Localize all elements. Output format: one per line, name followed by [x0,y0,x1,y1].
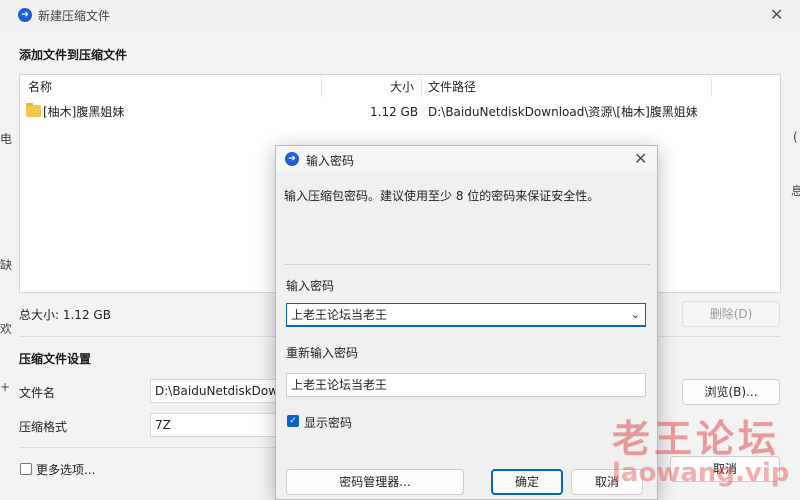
window-title: 新建压缩文件 [38,9,111,23]
total-size-label: 总大小: 1.12 GB [19,308,111,322]
show-password-label[interactable]: 显示密码 [304,414,352,431]
password-dialog: ➔ 输入密码 ✕ 输入压缩包密码。建议使用至少 8 位的密码来保证安全性。 输入… [275,145,658,500]
file-name: [柚木]腹黑姐妹 [43,105,125,119]
column-header-size[interactable]: 大小 [390,75,414,99]
divider [19,447,279,448]
file-size: 1.12 GB [370,105,419,119]
divider [284,264,650,265]
background-text-fragment: ( [793,130,798,144]
app-logo-icon: ➔ [285,152,299,166]
column-header-name[interactable]: 名称 [28,75,52,99]
file-name-cell: [柚木]腹黑姐妹 [26,103,124,121]
watermark-text: 老王论坛 [612,417,781,461]
watermark-url: laowang.vip [612,458,790,488]
password-manager-button[interactable]: 密码管理器... [286,469,464,495]
dialog-title: 输入密码 [306,154,355,168]
more-options-label[interactable]: 更多选项... [36,461,95,478]
background-text-fragment: 息 [791,184,800,198]
column-header-path[interactable]: 文件路径 [428,75,476,99]
format-select[interactable]: 7Z [150,413,280,437]
more-options-checkbox[interactable] [20,463,32,475]
filename-label: 文件名 [19,386,56,400]
ok-button[interactable]: 确定 [491,469,563,495]
password-input[interactable]: 上老王论坛当老王 ⌄ [286,303,646,327]
app-logo-icon: ➔ [18,8,32,22]
dialog-titlebar: ➔ 输入密码 ✕ [276,146,657,172]
background-text-fragment: 缺 [0,258,13,272]
browse-button[interactable]: 浏览(B)... [682,379,780,405]
column-divider[interactable] [711,77,712,97]
format-label: 压缩格式 [19,420,68,434]
add-files-title: 添加文件到压缩文件 [19,48,128,62]
window-close-icon[interactable]: ✕ [770,7,783,23]
background-text-fragment: + [0,380,11,394]
file-path: D:\BaiduNetdiskDownload\资源\[柚木]腹黑姐妹 [428,105,698,119]
chevron-down-icon[interactable]: ⌄ [631,304,640,326]
settings-title: 压缩文件设置 [19,352,92,366]
show-password-checkbox[interactable]: ✓ [287,415,299,427]
delete-button[interactable]: 删除(D) [682,301,780,327]
column-divider[interactable] [321,77,322,97]
background-text-fragment: 电 [0,132,13,146]
filename-input[interactable]: D:\BaiduNetdiskDownload [150,379,280,403]
window-titlebar: ➔ 新建压缩文件 ✕ [0,0,800,32]
background-text-fragment: 欢 [0,322,13,336]
password-label: 输入密码 [286,279,335,293]
dialog-description: 输入压缩包密码。建议使用至少 8 位的密码来保证安全性。 [284,189,600,203]
folder-icon [26,103,41,117]
password-value: 上老王论坛当老王 [291,308,388,322]
repeat-password-label: 重新输入密码 [286,346,359,360]
dialog-close-icon[interactable]: ✕ [634,151,647,167]
column-divider[interactable] [421,77,422,97]
repeat-password-input[interactable]: 上老王论坛当老王 [286,373,646,397]
